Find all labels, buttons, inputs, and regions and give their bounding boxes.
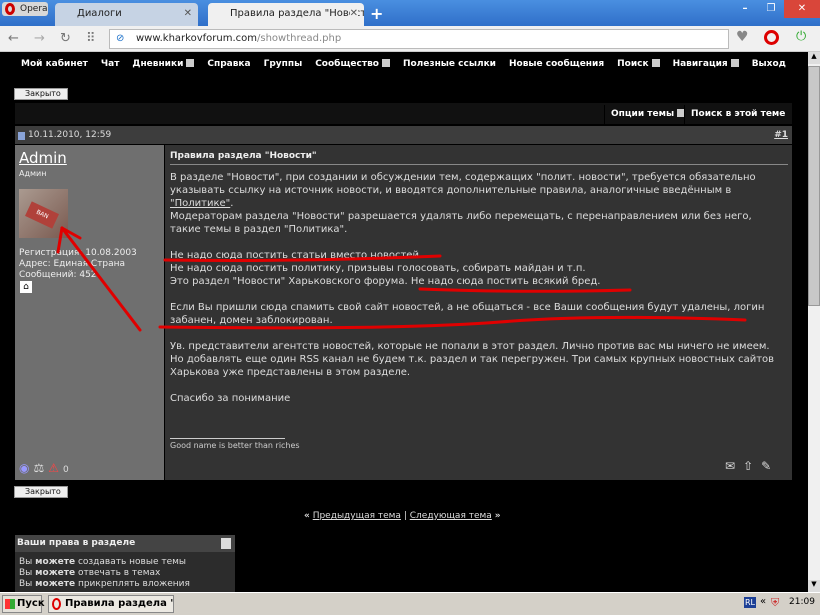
closed-button-bottom[interactable]: Закрыто	[14, 486, 68, 498]
scroll-up-icon[interactable]: ▲	[808, 52, 820, 64]
prev-thread-link[interactable]: Предыдущая тема	[313, 511, 401, 521]
rights-item: Вы можете прикреплять вложения	[19, 579, 190, 589]
rights-list: Вы можете создавать новые темы Вы можете…	[19, 557, 190, 590]
antivirus-icon[interactable]: ⛨	[771, 596, 779, 610]
start-button[interactable]: Пуск	[2, 595, 45, 613]
scroll-down-icon[interactable]: ▼	[808, 580, 820, 592]
taskbar: Пуск Правила раздела "Н... RL « ⛨ 21:09	[0, 592, 820, 615]
scrollbar[interactable]: ▲ ▼	[808, 52, 820, 592]
underline-mark	[158, 315, 747, 330]
arrow-mark	[60, 226, 142, 332]
next-thread-link[interactable]: Следующая тема	[410, 511, 492, 521]
taskbar-opera-window[interactable]: Правила раздела "Н...	[48, 595, 174, 613]
rights-title: Ваши права в разделе	[15, 535, 235, 552]
tray-expand-icon[interactable]: «	[760, 596, 766, 607]
scrollbar-thumb[interactable]	[808, 66, 820, 306]
clock: 21:09	[789, 597, 815, 607]
language-indicator[interactable]: RL	[744, 597, 757, 608]
windows-logo-icon	[5, 599, 15, 609]
thread-pager: « Предыдущая тема | Следующая тема »	[304, 511, 501, 521]
forum-rights-box: Ваши права в разделе Вы можете создавать…	[15, 535, 235, 592]
red-annotations	[56, 226, 747, 332]
collapse-icon[interactable]	[221, 538, 231, 549]
underline-mark	[163, 254, 442, 262]
rights-item: Вы можете создавать новые темы	[19, 557, 187, 567]
opera-icon	[52, 598, 61, 610]
rights-item: Вы можете отвечать в темах	[19, 568, 161, 578]
underline-mark	[418, 287, 632, 293]
